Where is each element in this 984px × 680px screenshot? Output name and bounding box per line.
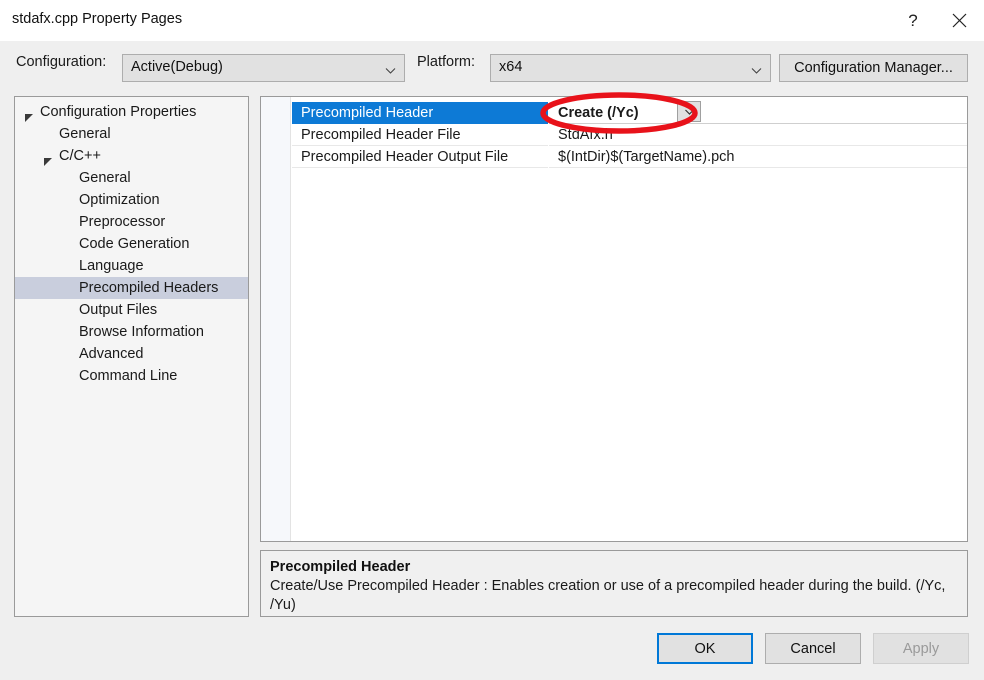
property-name: Precompiled Header — [292, 102, 548, 124]
platform-select[interactable]: x64 — [490, 54, 771, 82]
apply-button: Apply — [873, 633, 969, 664]
tree-item-label: Output Files — [79, 302, 158, 318]
platform-select-value: x64 — [499, 59, 523, 75]
tree-item-label: C/C++ — [59, 148, 101, 164]
tree-item-command-line[interactable]: Command Line — [15, 365, 248, 387]
chevron-down-icon — [684, 109, 694, 115]
tree-item-label: General — [59, 126, 111, 142]
tree-item-browse-information[interactable]: Browse Information — [15, 321, 248, 343]
chevron-down-icon — [385, 63, 396, 74]
property-row[interactable]: Precompiled Header File StdAfx.h — [292, 124, 967, 146]
tree-item-advanced[interactable]: Advanced — [15, 343, 248, 365]
close-icon[interactable] — [936, 0, 982, 41]
tree-item-label: General — [79, 170, 131, 186]
property-row[interactable]: Precompiled Header Output File $(IntDir)$… — [292, 146, 967, 168]
tree-item-label: Optimization — [79, 192, 160, 208]
property-row[interactable]: Precompiled Header Create (/Yc) — [292, 102, 967, 124]
description-panel: Precompiled Header Create/Use Precompile… — [260, 550, 968, 617]
description-title: Precompiled Header — [270, 559, 411, 575]
ok-button[interactable]: OK — [657, 633, 753, 664]
tree-item-general[interactable]: General — [15, 167, 248, 189]
title-bar: stdafx.cpp Property Pages ? — [0, 0, 984, 41]
configuration-select-value: Active(Debug) — [131, 59, 223, 75]
configuration-manager-button[interactable]: Configuration Manager... — [779, 54, 968, 82]
property-name: Precompiled Header File — [301, 127, 461, 143]
tree-item-preprocessor[interactable]: Preprocessor — [15, 211, 248, 233]
cancel-button[interactable]: Cancel — [765, 633, 861, 664]
tree-item-label: Command Line — [79, 368, 178, 384]
property-value[interactable]: StdAfx.h — [549, 124, 967, 146]
tree-item-output-files[interactable]: Output Files — [15, 299, 248, 321]
tree-item-language[interactable]: Language — [15, 255, 248, 277]
tree-expander-icon[interactable] — [25, 108, 34, 122]
tree-item-optimization[interactable]: Optimization — [15, 189, 248, 211]
platform-label: Platform: — [417, 54, 476, 70]
property-value-dropdown-button[interactable] — [677, 101, 701, 122]
property-grid[interactable]: Precompiled Header Create (/Yc) Precompile… — [260, 96, 968, 542]
description-body: Create/Use Precompiled Header : Enables … — [270, 578, 946, 613]
tree-item-label: Code Generation — [79, 236, 190, 252]
tree-item-label: Precompiled Headers — [79, 280, 219, 296]
chevron-down-icon — [751, 63, 762, 74]
tree-item-label: Browse Information — [79, 324, 204, 340]
tree-item-code-generation[interactable]: Code Generation — [15, 233, 248, 255]
row-separator — [292, 167, 548, 168]
tree-item-precompiled-headers[interactable]: Precompiled Headers — [15, 277, 248, 299]
tree-item-configuration-properties[interactable]: Configuration Properties — [15, 101, 248, 123]
configuration-label: Configuration: — [16, 54, 107, 70]
configuration-select[interactable]: Active(Debug) — [122, 54, 405, 82]
tree-item-label: Configuration Properties — [40, 104, 197, 120]
property-value[interactable]: Create (/Yc) — [549, 102, 967, 124]
tree-item-label: Preprocessor — [79, 214, 166, 230]
tree-item-label: Language — [79, 258, 144, 274]
help-icon[interactable]: ? — [890, 0, 936, 41]
window-title: stdafx.cpp Property Pages — [12, 11, 183, 27]
grid-gutter — [261, 97, 291, 541]
tree-item-c-c[interactable]: C/C++ — [15, 145, 248, 167]
configuration-properties-tree[interactable]: Configuration Properties General C/C++ Gene… — [14, 96, 249, 617]
tree-expander-icon[interactable] — [44, 152, 53, 166]
tree-item-general[interactable]: General — [15, 123, 248, 145]
tree-item-label: Advanced — [79, 346, 144, 362]
property-name: Precompiled Header Output File — [301, 149, 509, 165]
property-value[interactable]: $(IntDir)$(TargetName).pch — [549, 146, 967, 168]
